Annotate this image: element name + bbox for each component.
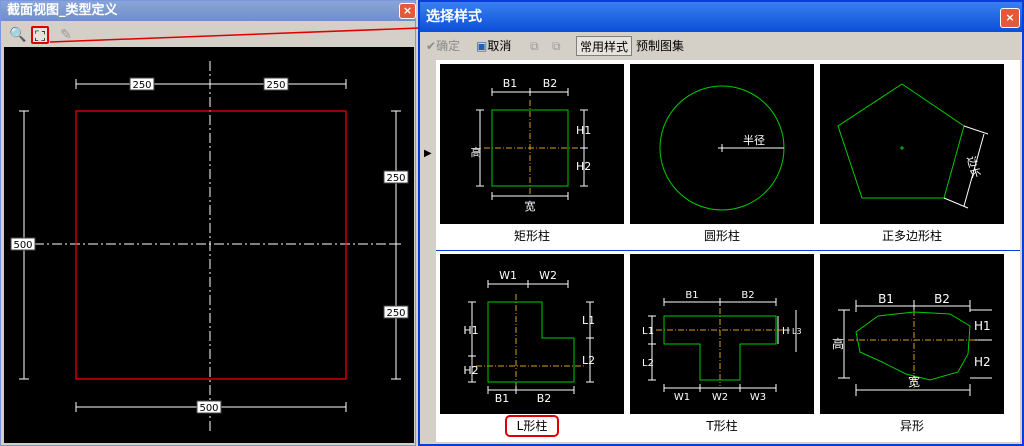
style-label: L形柱 [438,415,626,437]
style-circular-column[interactable]: 半径 圆形柱 [628,62,816,248]
select-style-toolbar: ✔确定 ▣取消 ⧉ ⧉ 常用样式 预制图集 [422,34,1020,58]
cancel-label: 取消 [487,39,512,53]
svg-text:B2: B2 [543,77,558,90]
select-style-title: 选择样式 [420,2,1022,32]
svg-text:高: 高 [471,145,482,159]
svg-text:H1: H1 [463,324,478,337]
svg-text:L1: L1 [642,326,654,337]
svg-text:L1: L1 [582,314,595,327]
cancel-icon: ▣ [476,39,488,53]
style-label: 矩形柱 [513,229,550,243]
svg-text:W2: W2 [712,392,728,403]
l-column-preview: W1 W2 L1 L2 H1 H2 B1 B2 [440,254,624,414]
rect-column-preview: B1 B2 H1 H2 高 宽 [440,64,624,224]
svg-text:B1: B1 [878,292,894,306]
tab-preset-atlas[interactable]: 预制图集 [636,36,684,56]
style-t-column[interactable]: B1 B2 L1 L2 H L3 W1 W2 W3 T形柱 [628,252,816,438]
style-rectangular-column[interactable]: B1 B2 H1 H2 高 宽 矩形柱 [438,62,626,248]
style-grid: ▶ B1 B2 H1 H2 高 宽 矩形柱 半径 圆形柱 边长 正多边形柱 W1… [422,60,1020,442]
svg-text:高: 高 [832,336,844,351]
svg-text:B2: B2 [741,290,754,301]
style-label: T形柱 [706,419,738,433]
tab-common-styles[interactable]: 常用样式 [576,36,633,56]
row-header: ▶ [422,60,436,442]
svg-text:H2: H2 [974,355,991,369]
svg-text:L2: L2 [642,358,654,369]
svg-text:B2: B2 [537,392,552,405]
style-l-column[interactable]: W1 W2 L1 L2 H1 H2 B1 B2 L形柱 [438,252,626,438]
svg-text:L2: L2 [582,354,595,367]
style-irregular-column[interactable]: B1 B2 高 H1 H2 宽 异形 [818,252,1006,438]
svg-text:W1: W1 [674,392,690,403]
svg-text:B2: B2 [934,292,950,306]
svg-text:W2: W2 [539,269,557,282]
cancel-button[interactable]: ▣取消 [476,36,511,56]
style-label: 正多边形柱 [881,229,942,243]
row-pointer-icon: ▶ [424,148,432,159]
svg-text:H1: H1 [974,319,991,333]
check-icon: ✔ [426,39,437,53]
svg-text:L3: L3 [792,327,802,336]
style-label: 异形 [899,419,924,433]
svg-text:B1: B1 [495,392,510,405]
confirm-label: 确定 [436,39,461,53]
style-regular-polygon-column[interactable]: 边长 正多边形柱 [818,62,1006,248]
svg-text:半径: 半径 [743,133,765,147]
svg-text:边长: 边长 [964,155,982,180]
confirm-button[interactable]: ✔确定 [426,36,460,56]
svg-text:B1: B1 [685,290,698,301]
paste-style-icon: ⧉ [552,39,561,53]
copy-style-icon: ⧉ [530,39,539,53]
svg-text:W3: W3 [750,392,766,403]
t-column-preview: B1 B2 L1 L2 H L3 W1 W2 W3 [630,254,814,414]
svg-text:H2: H2 [463,364,478,377]
l-column-selected-label: L形柱 [504,415,560,437]
select-style-close-button[interactable]: × [1000,8,1020,28]
style-label: 圆形柱 [703,229,740,243]
svg-text:宽: 宽 [908,374,920,389]
svg-text:宽: 宽 [525,199,536,213]
select-style-dialog: 选择样式 × ✔确定 ▣取消 ⧉ ⧉ 常用样式 预制图集 ▶ B1 B2 H1 … [418,0,1024,446]
svg-text:W1: W1 [499,269,517,282]
irregular-column-preview: B1 B2 高 H1 H2 宽 [820,254,1004,414]
svg-text:H2: H2 [576,160,591,173]
svg-text:H1: H1 [576,124,591,137]
svg-text:H: H [782,326,790,337]
svg-text:B1: B1 [503,77,518,90]
polygon-column-preview: 边长 [820,64,1004,224]
circular-column-preview: 半径 [630,64,814,224]
